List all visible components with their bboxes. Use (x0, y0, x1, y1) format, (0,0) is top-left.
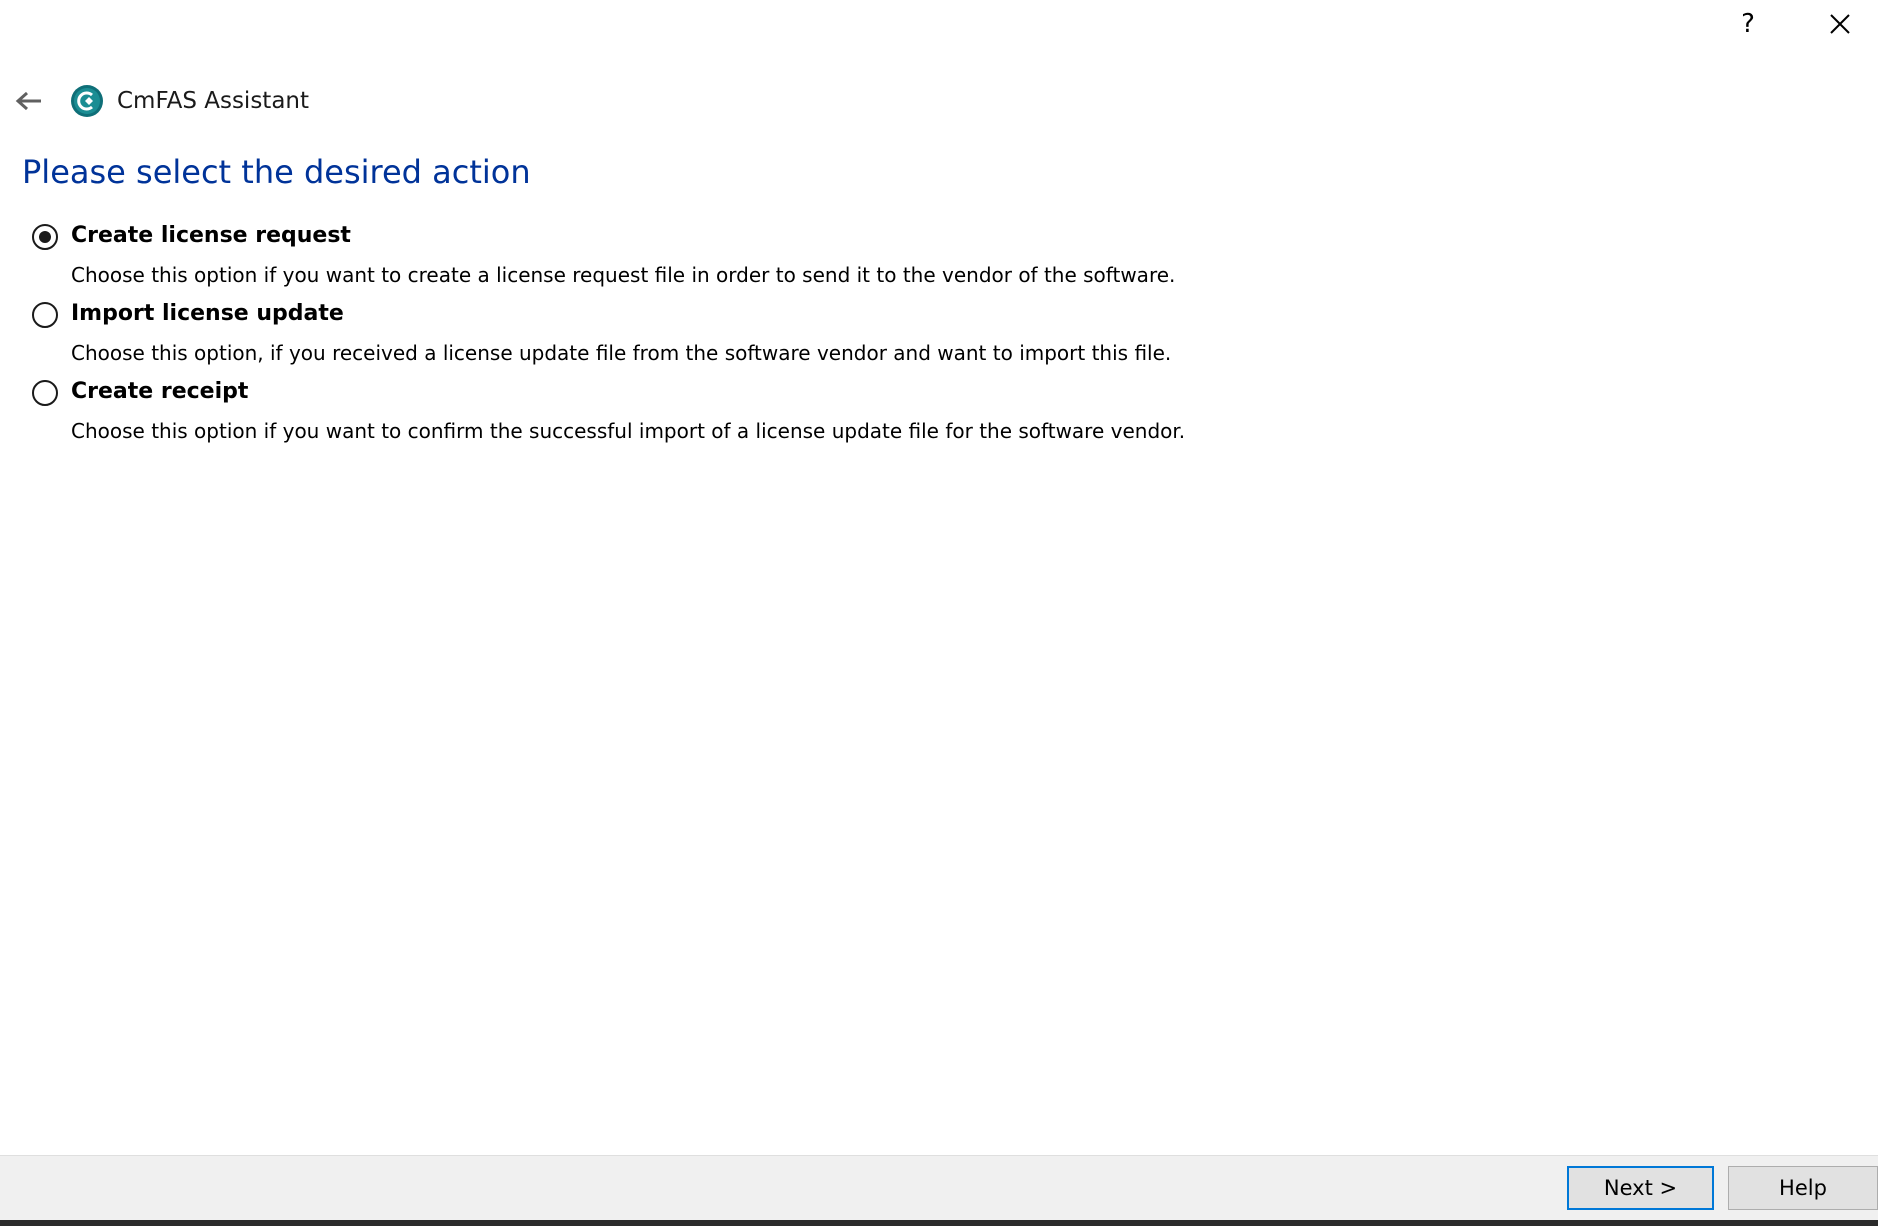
page-heading: Please select the desired action (22, 153, 531, 191)
help-button[interactable]: Help (1728, 1166, 1878, 1210)
option-description: Choose this option, if you received a li… (71, 341, 1172, 365)
cmfas-assistant-dialog: ? CmFAS Assistant Please select the desi… (0, 0, 1878, 1226)
radio-create-license-request[interactable] (32, 224, 58, 250)
option-description: Choose this option if you want to create… (71, 263, 1176, 287)
option-description: Choose this option if you want to confir… (71, 419, 1186, 443)
close-button[interactable] (1794, 0, 1878, 48)
option-label[interactable]: Import license update (71, 299, 344, 329)
footer-bar: Next > Help (0, 1155, 1878, 1220)
background-window-strip (0, 1220, 1878, 1226)
close-icon (1830, 14, 1850, 34)
help-label: ? (1741, 9, 1755, 39)
titlebar-help-button[interactable]: ? (1702, 0, 1794, 48)
back-button[interactable] (10, 84, 48, 118)
back-arrow-icon (15, 91, 41, 111)
option-label[interactable]: Create receipt (71, 377, 248, 407)
next-button[interactable]: Next > (1567, 1166, 1714, 1210)
radio-create-receipt[interactable] (32, 380, 58, 406)
app-title: CmFAS Assistant (117, 88, 310, 114)
radio-import-license-update[interactable] (32, 302, 58, 328)
cmfas-logo-icon (71, 85, 103, 117)
option-label[interactable]: Create license request (71, 221, 351, 251)
